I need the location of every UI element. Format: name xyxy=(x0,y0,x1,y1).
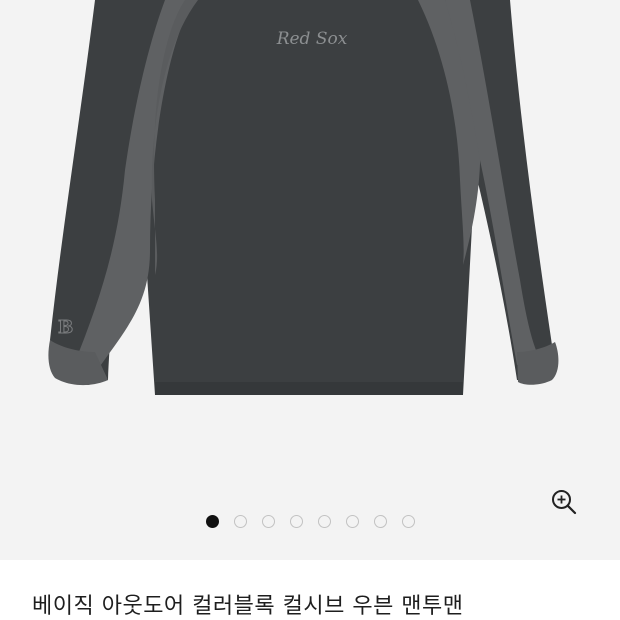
garment-hem xyxy=(155,382,463,395)
carousel-dot[interactable] xyxy=(373,514,387,528)
chest-print: Red Sox xyxy=(276,29,348,49)
product-image: B Red Sox xyxy=(48,0,559,395)
carousel-dot[interactable] xyxy=(205,514,219,528)
carousel-dot[interactable] xyxy=(317,514,331,528)
sleeve-logo: B xyxy=(58,317,73,338)
carousel-dot[interactable] xyxy=(289,514,303,528)
product-title: 베이직 아웃도어 컬러블록 컬시브 우븐 맨투맨 xyxy=(32,594,464,619)
carousel-indicators xyxy=(0,513,620,529)
carousel-dot[interactable] xyxy=(345,514,359,528)
carousel-dot[interactable] xyxy=(261,514,275,528)
carousel-dot[interactable] xyxy=(233,514,247,528)
product-image-gallery[interactable]: B Red Sox xyxy=(0,0,620,560)
carousel-dot[interactable] xyxy=(401,514,415,528)
